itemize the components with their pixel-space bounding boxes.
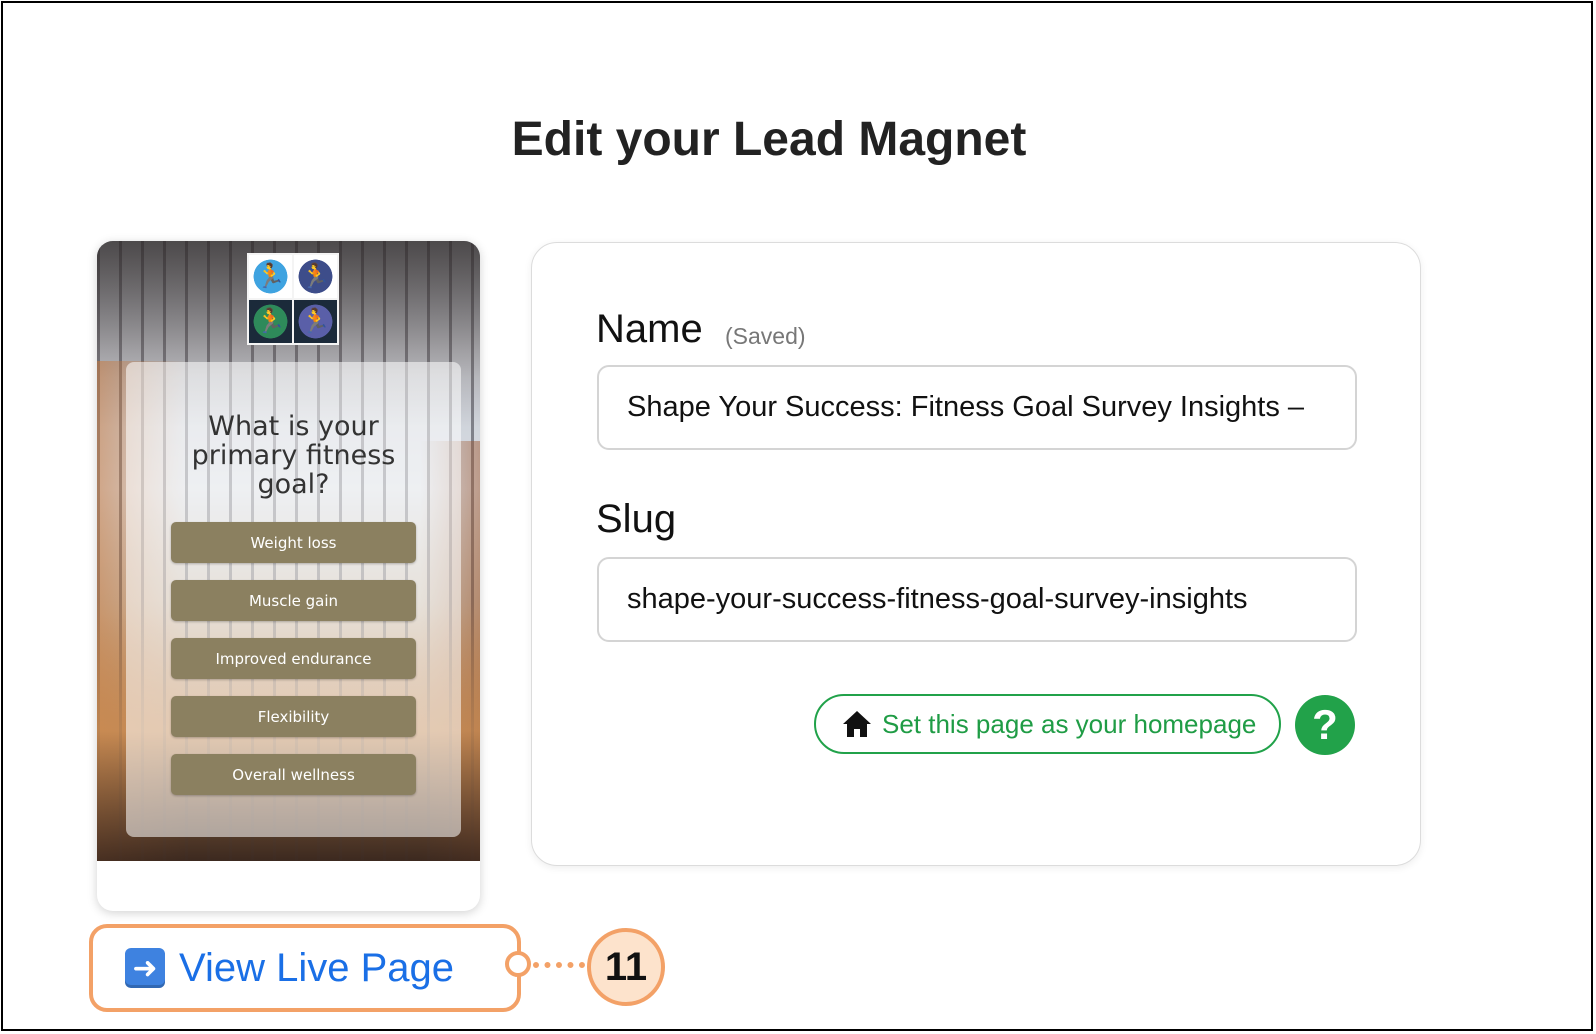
- lead-magnet-settings-card: Name (Saved) Slug Set this page as your …: [531, 242, 1421, 866]
- callout-connector-line: [533, 962, 585, 968]
- quiz-panel: What is your primary fitness goal? Weigh…: [126, 362, 461, 837]
- lead-magnet-preview[interactable]: 🏃 🏃 🏃 🏃 What is your primary fitness goa…: [97, 241, 480, 911]
- name-input[interactable]: [597, 365, 1357, 450]
- quiz-option-weight-loss[interactable]: Weight loss: [171, 522, 416, 563]
- callout-connector-dot: [505, 951, 531, 977]
- page-title: Edit your Lead Magnet: [511, 113, 1027, 166]
- quiz-option-muscle-gain[interactable]: Muscle gain: [171, 580, 416, 621]
- slug-input[interactable]: [597, 557, 1357, 642]
- view-live-page-highlight: ➜ View Live Page: [89, 924, 521, 1012]
- preview-background-image: 🏃 🏃 🏃 🏃 What is your primary fitness goa…: [97, 241, 480, 861]
- view-live-page-link[interactable]: View Live Page: [179, 946, 454, 991]
- saved-status: (Saved): [725, 323, 806, 349]
- slug-label: Slug: [596, 497, 677, 541]
- quiz-option-flexibility[interactable]: Flexibility: [171, 696, 416, 737]
- quiz-option-improved-endurance[interactable]: Improved endurance: [171, 638, 416, 679]
- runner-icon: 🏃: [249, 255, 292, 298]
- runner-icon: 🏃: [249, 300, 292, 343]
- help-icon[interactable]: ?: [1295, 695, 1355, 755]
- runner-icon: 🏃: [294, 255, 337, 298]
- step-number-badge: 11: [587, 928, 665, 1006]
- set-homepage-label: Set this page as your homepage: [882, 708, 1257, 739]
- quiz-question: What is your primary fitness goal?: [191, 411, 396, 500]
- runner-icon: 🏃: [294, 300, 337, 343]
- home-icon: [843, 711, 871, 737]
- quiz-option-overall-wellness[interactable]: Overall wellness: [171, 754, 416, 795]
- name-label: Name: [596, 307, 703, 351]
- arrow-right-icon: ➜: [125, 948, 165, 988]
- set-homepage-button[interactable]: Set this page as your homepage: [814, 694, 1281, 754]
- brand-logo: 🏃 🏃 🏃 🏃: [247, 253, 339, 345]
